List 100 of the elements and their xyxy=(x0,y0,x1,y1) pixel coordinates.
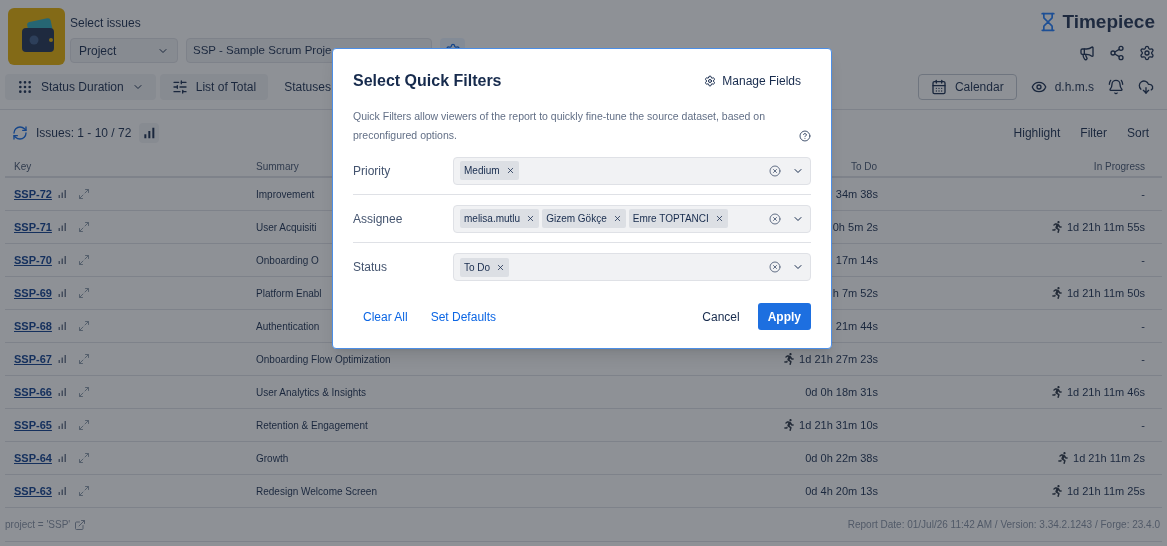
apply-button[interactable]: Apply xyxy=(757,303,811,330)
expand-icon[interactable] xyxy=(77,485,90,497)
dialog-title: Select Quick Filters xyxy=(353,71,502,91)
clear-all-link[interactable]: Clear All xyxy=(363,307,408,326)
duration-text: 0h 5m 2s xyxy=(832,219,878,235)
issue-key-link[interactable]: SSP-65 xyxy=(14,416,52,434)
expand-icon[interactable] xyxy=(77,353,90,365)
cancel-button[interactable]: Cancel xyxy=(698,307,744,326)
select-issues-label: Select issues xyxy=(70,15,142,32)
issue-key-link[interactable]: SSP-67 xyxy=(14,350,52,368)
issue-key-link[interactable]: SSP-69 xyxy=(14,284,52,302)
duration-text: 34m 38s xyxy=(835,186,878,202)
selected-tag: To Do xyxy=(460,257,510,277)
remove-icon[interactable] xyxy=(505,166,515,175)
clear-icon[interactable] xyxy=(769,212,781,225)
expand-icon[interactable] xyxy=(77,452,90,464)
remove-icon[interactable] xyxy=(526,214,536,223)
issue-key-link[interactable]: SSP-63 xyxy=(14,482,52,500)
expand-icon[interactable] xyxy=(77,221,90,233)
filter-label: Priority xyxy=(353,162,392,180)
clear-icon[interactable] xyxy=(769,261,781,273)
duration-text: 1d 21h 27m 23s xyxy=(799,351,878,367)
issue-key-link[interactable]: SSP-64 xyxy=(14,449,52,467)
set-defaults-link[interactable]: Set Defaults xyxy=(430,307,497,326)
clear-icon[interactable] xyxy=(769,164,781,177)
duration-text: 1d 21h 11m 46s xyxy=(1066,384,1145,400)
expand-icon[interactable] xyxy=(77,254,90,266)
issues-count: Issues: 1 - 10 / 72 xyxy=(36,125,132,142)
brand-name: Timepiece xyxy=(1062,10,1155,34)
duration-text: 0d 4h 20m 13s xyxy=(805,483,878,499)
filter-select[interactable]: Medium xyxy=(453,156,811,185)
summary-cell-text: Onboarding O xyxy=(256,253,319,268)
time-format-button[interactable]: d.h.m.s xyxy=(1030,74,1094,100)
duration-text: 1d 21h 11m 55s xyxy=(1066,219,1145,235)
source-type-select[interactable]: Project xyxy=(70,38,178,63)
column-header: To Do xyxy=(850,159,877,174)
duration-text: - xyxy=(1141,186,1145,202)
duration-text: 21m 44s xyxy=(835,318,878,334)
duration-text: 1d 21h 11m 2s xyxy=(1073,450,1145,466)
calendar-button[interactable]: Calendar xyxy=(917,74,1017,100)
jql-query: project = 'SSP' xyxy=(5,518,71,532)
external-link-icon[interactable] xyxy=(74,518,87,531)
duration-text: 1d 21h 11m 50s xyxy=(1066,285,1145,301)
chart-button[interactable] xyxy=(139,123,160,143)
gear-icon xyxy=(704,75,717,87)
grid-icon xyxy=(17,79,33,95)
filter-select[interactable]: melisa.mutlu Gizem Gökçe Emre TOPTANCI xyxy=(453,204,811,233)
report-type-dropdown[interactable]: Status Duration xyxy=(5,74,156,100)
summary-cell-text: Onboarding Flow Optimization xyxy=(256,352,391,367)
issue-key-link[interactable]: SSP-66 xyxy=(14,383,52,401)
megaphone-icon[interactable] xyxy=(1079,44,1095,61)
duration-text: 0d 0h 22m 38s xyxy=(805,450,878,466)
duration-text: - xyxy=(1141,351,1145,367)
remove-icon[interactable] xyxy=(612,214,622,223)
expand-icon[interactable] xyxy=(77,320,90,332)
duration-text: 1d 21h 11m 25s xyxy=(1066,483,1145,499)
filter-label: Assignee xyxy=(353,210,404,228)
remove-icon[interactable] xyxy=(714,214,724,223)
toolbar-action[interactable]: Highlight xyxy=(1013,124,1061,142)
issue-key-link[interactable]: SSP-68 xyxy=(14,317,52,335)
manage-fields-button[interactable]: Manage Fields xyxy=(704,72,811,90)
wallet-logo-icon xyxy=(8,8,65,65)
duration-text: 1d 21h 31m 10s xyxy=(799,417,878,433)
toolbar-action[interactable]: Sort xyxy=(1127,124,1149,142)
dialog-description: Quick Filters allow viewers of the report to quickly fine-tune the source dataset, based on preconfigured options. xyxy=(353,109,767,143)
report-info: Report Date: 01/Jul/26 11:42 AM / Version: 3.34.2.1243 / Forge: 23.4.0 xyxy=(847,518,1161,532)
toolbar-action[interactable]: Filter xyxy=(1080,124,1107,142)
expand-icon[interactable] xyxy=(77,419,90,431)
expand-icon[interactable] xyxy=(77,386,90,398)
cloud-download-icon[interactable] xyxy=(1138,79,1154,95)
issue-key-link[interactable]: SSP-72 xyxy=(14,185,52,203)
view-button[interactable]: List of Total xyxy=(159,74,269,100)
summary-cell-text: Retention & Engagement xyxy=(256,418,368,433)
column-header: In Progress xyxy=(1093,159,1145,174)
summary-cell-text: Platform Enabl xyxy=(256,286,322,301)
issue-key-link[interactable]: SSP-71 xyxy=(14,218,52,236)
share-icon[interactable] xyxy=(1109,44,1125,61)
summary-cell-text: User Analytics & Insights xyxy=(256,385,367,400)
help-icon[interactable] xyxy=(799,130,811,142)
duration-text: - xyxy=(1141,252,1145,268)
selected-tag: melisa.mutlu xyxy=(460,209,540,228)
summary-cell-text: Growth xyxy=(256,451,289,466)
remove-icon[interactable] xyxy=(496,262,506,272)
filter-select[interactable]: To Do xyxy=(453,253,811,281)
duration-text: h 7m 52s xyxy=(832,285,878,301)
summary-cell-text: Authentication xyxy=(256,319,320,334)
issue-key-link[interactable]: SSP-70 xyxy=(14,251,52,269)
duration-text: 0d 0h 18m 31s xyxy=(805,384,878,400)
statuses-button[interactable]: Statuses xyxy=(272,74,343,100)
column-header: Summary xyxy=(256,159,299,174)
filter-label: Status xyxy=(353,259,389,276)
sliders-icon xyxy=(171,79,188,95)
refresh-icon[interactable] xyxy=(12,125,28,141)
selected-tag: Gizem Gökçe xyxy=(542,209,626,228)
duration-text: - xyxy=(1141,318,1145,334)
expand-icon[interactable] xyxy=(77,287,90,299)
column-header: Key xyxy=(14,159,32,174)
expand-icon[interactable] xyxy=(77,188,90,200)
selected-tag: Emre TOPTANCI xyxy=(628,209,728,228)
summary-cell-text: User Acquisiti xyxy=(256,220,317,235)
